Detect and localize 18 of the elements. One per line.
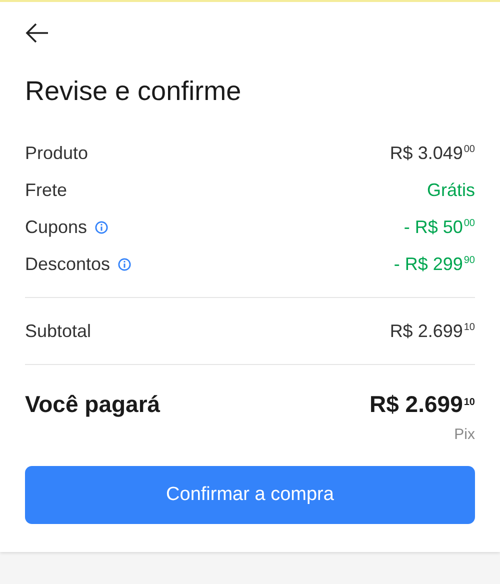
summary-label: Descontos: [25, 253, 110, 276]
subtotal-value: R$ 2.699$^{10}$: [390, 320, 475, 342]
page-title: Revise e confirme: [25, 75, 242, 107]
info-icon[interactable]: [95, 221, 108, 234]
confirm-purchase-button[interactable]: Confirmar a compra: [25, 466, 475, 524]
summary-value: - R$ 299$^{90}$: [394, 253, 475, 276]
summary-label: Cupons: [25, 216, 88, 239]
summary-value: R$ 3.049$^{00}$: [390, 142, 475, 165]
summary-label: Frete: [25, 179, 68, 202]
subtotal-label: Subtotal: [25, 320, 92, 342]
summary-value: - R$ 50$^{00}$: [404, 216, 475, 239]
total-value: R$ 2.699$^{10}$: [370, 390, 475, 419]
summary-label: Produto: [25, 142, 88, 165]
back-arrow-icon[interactable]: [25, 22, 49, 44]
summary-value: Grátis: [426, 179, 475, 202]
payment-method: Pix: [454, 424, 475, 444]
total-label: Você pagará: [25, 390, 160, 419]
info-icon[interactable]: [118, 258, 132, 271]
